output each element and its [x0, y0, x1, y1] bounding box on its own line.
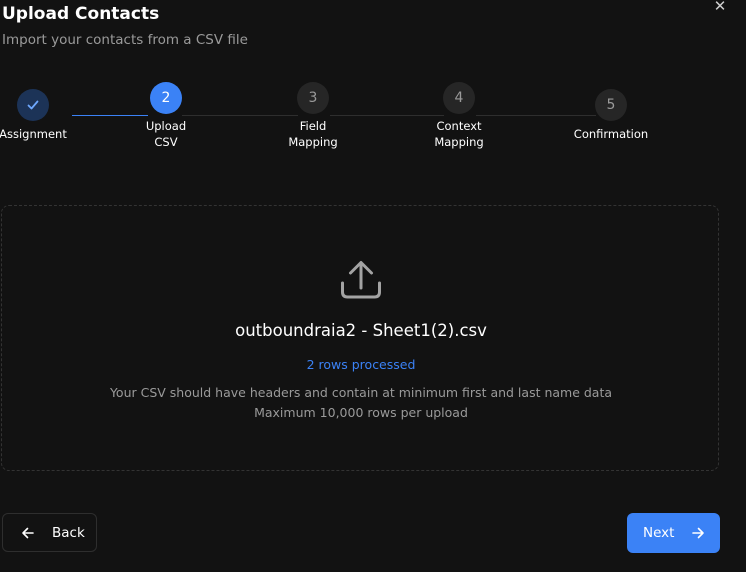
- step-5-number: 5: [606, 97, 616, 113]
- close-icon[interactable]: ✕: [711, 0, 729, 16]
- step-1-label: Assignment: [0, 126, 88, 142]
- step-connector-1: [72, 115, 148, 116]
- csv-requirements-hint: Your CSV should have headers and contain…: [109, 385, 613, 400]
- uploaded-file-name: outboundraia2 - Sheet1(2).csv: [235, 321, 487, 340]
- step-2-label-line-1: Upload: [145, 119, 187, 133]
- next-button-label: Next: [643, 525, 675, 541]
- back-button[interactable]: Back: [2, 513, 97, 552]
- next-button[interactable]: Next: [627, 513, 720, 553]
- step-connector-4: [476, 115, 596, 116]
- step-4-label-line-1: Context: [436, 119, 482, 133]
- step-2-label-line-2: CSV: [154, 135, 178, 149]
- step-2-label: Upload CSV: [111, 118, 221, 150]
- step-5-label-line: Confirmation: [573, 127, 649, 141]
- dialog-subtitle: Import your contacts from a CSV file: [2, 32, 248, 48]
- arrow-right-icon: [692, 527, 705, 539]
- step-4-number: 4: [454, 90, 464, 106]
- dialog-title: Upload Contacts: [2, 4, 160, 24]
- step-connector-3: [330, 115, 444, 116]
- step-4-label-line-2: Mapping: [434, 135, 484, 149]
- arrow-left-icon: [22, 527, 34, 538]
- upload-contacts-dialog: ✕ Upload Contacts Import your contacts f…: [0, 0, 746, 572]
- step-3-label: Field Mapping: [258, 118, 368, 150]
- step-connector-2: [182, 115, 298, 116]
- step-3-label-line-2: Mapping: [288, 135, 338, 149]
- step-1-circle[interactable]: [17, 89, 49, 121]
- step-5-label: Confirmation: [556, 126, 666, 142]
- rows-processed-status: 2 rows processed: [306, 357, 416, 372]
- step-2-circle[interactable]: 2: [150, 82, 182, 114]
- row-limit-hint: Maximum 10,000 rows per upload: [254, 405, 468, 420]
- step-3-label-line-1: Field: [299, 119, 327, 133]
- step-5-circle[interactable]: 5: [595, 89, 627, 121]
- step-4-label: Context Mapping: [404, 118, 514, 150]
- upload-icon: [341, 261, 381, 299]
- step-2-number: 2: [161, 90, 171, 106]
- check-icon: [27, 100, 39, 110]
- step-1-label-line: Assignment: [0, 127, 67, 141]
- step-3-number: 3: [308, 90, 318, 106]
- step-3-circle[interactable]: 3: [297, 82, 329, 114]
- back-button-label: Back: [52, 524, 85, 541]
- step-4-circle[interactable]: 4: [443, 82, 475, 114]
